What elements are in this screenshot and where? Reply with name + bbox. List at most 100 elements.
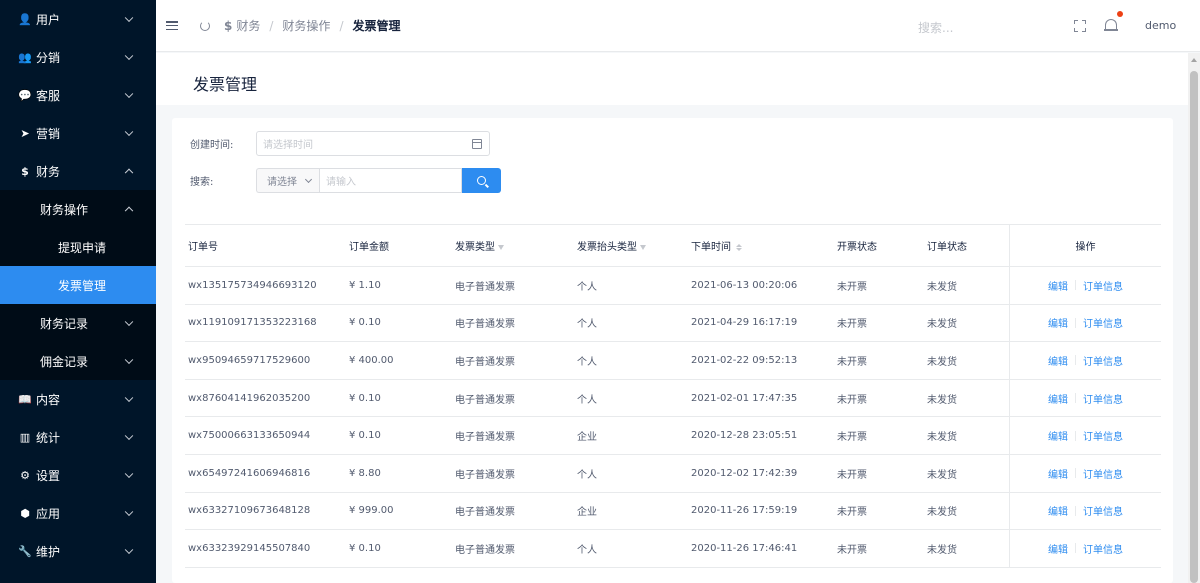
- action-divider: [1075, 505, 1076, 516]
- sidebar-item-label: 维护: [36, 544, 61, 559]
- order-info-link[interactable]: 订单信息: [1083, 541, 1123, 556]
- cell-title-type: 企业: [577, 507, 597, 519]
- order-info-link[interactable]: 订单信息: [1083, 278, 1123, 293]
- col-invoice-type: 发票类型: [452, 238, 574, 253]
- sidebar-item-label: 内容: [36, 392, 61, 407]
- sidebar-item-service[interactable]: 💬 客服: [0, 76, 156, 114]
- order-info-link[interactable]: 订单信息: [1083, 428, 1123, 443]
- order-info-link[interactable]: 订单信息: [1083, 315, 1123, 330]
- search-icon: [477, 176, 486, 185]
- sort-icon[interactable]: [736, 243, 742, 251]
- edit-link[interactable]: 编辑: [1048, 466, 1068, 481]
- sidebar-item-marketing[interactable]: ➤ 营销: [0, 114, 156, 152]
- cell-amount: ¥ 999.00: [349, 505, 394, 517]
- col-invoice-status: 开票状态: [837, 242, 877, 253]
- user-menu[interactable]: demo: [1145, 19, 1176, 32]
- cell-order-status: 未发货: [927, 469, 957, 481]
- order-info-link[interactable]: 订单信息: [1083, 391, 1123, 406]
- breadcrumb-item[interactable]: 财务操作: [282, 17, 330, 34]
- scroll-up-icon[interactable]: [1191, 58, 1197, 62]
- order-info-link[interactable]: 订单信息: [1083, 466, 1123, 481]
- sidebar-item-content[interactable]: 📖 内容: [0, 380, 156, 418]
- table-row: wx65497241606946816 ¥ 8.80 电子普通发票 个人 2020-12…: [185, 454, 1161, 493]
- top-header: $ 财务 / 财务操作 / 发票管理 搜索... demo: [156, 0, 1200, 52]
- sidebar-item-label: 财务: [36, 164, 61, 179]
- page-header: 发票管理: [156, 53, 1188, 105]
- cell-order-status: 未发货: [927, 319, 957, 331]
- cell-order-no: wx63323929145507840: [188, 542, 311, 554]
- sidebar-item-user[interactable]: 👤 用户: [0, 0, 156, 38]
- sidebar-item-withdraw[interactable]: 提现申请: [0, 228, 156, 266]
- select-placeholder: 请选择: [267, 177, 297, 188]
- filter-icon[interactable]: [640, 244, 646, 250]
- sidebar-item-stats[interactable]: ▥ 统计: [0, 418, 156, 456]
- order-info-link[interactable]: 订单信息: [1083, 353, 1123, 368]
- action-divider: [1075, 468, 1076, 479]
- edit-link[interactable]: 编辑: [1048, 541, 1068, 556]
- sidebar-item-finance[interactable]: $ 财务: [0, 152, 156, 190]
- cell-invoice-status: 未开票: [837, 432, 867, 444]
- search-button[interactable]: [462, 168, 501, 193]
- cell-order-no: wx135175734946693120: [188, 279, 317, 291]
- header-search-input[interactable]: 搜索...: [918, 19, 953, 36]
- sidebar-item-commission[interactable]: 佣金记录: [0, 342, 156, 380]
- cell-invoice-status: 未开票: [837, 394, 867, 406]
- refresh-icon[interactable]: [200, 20, 210, 31]
- edit-link[interactable]: 编辑: [1048, 391, 1068, 406]
- cell-invoice-type: 电子普通发票: [455, 356, 515, 368]
- filter-icon[interactable]: [498, 244, 504, 250]
- sidebar-item-finance-ops[interactable]: 财务操作: [0, 190, 156, 228]
- table-row: wx63323929145507840 ¥ 0.10 电子普通发票 个人 2020-11…: [185, 530, 1161, 568]
- search-label: 搜索:: [190, 177, 214, 188]
- col-order-time-label: 下单时间: [691, 242, 731, 253]
- cell-invoice-status: 未开票: [837, 319, 867, 331]
- cell-actions: 编辑 订单信息: [1009, 417, 1161, 454]
- action-divider: [1075, 280, 1076, 291]
- cell-invoice-type: 电子普通发票: [455, 469, 515, 481]
- chevron-down-icon: [124, 355, 134, 365]
- breadcrumb-item[interactable]: 财务: [236, 17, 260, 34]
- search-input[interactable]: 请输入: [319, 168, 462, 193]
- cell-order-time: 2020-11-26 17:46:41: [691, 542, 798, 554]
- edit-link[interactable]: 编辑: [1048, 278, 1068, 293]
- sidebar-item-distribution[interactable]: 👥 分销: [0, 38, 156, 76]
- sidebar-item-finance-records[interactable]: 财务记录: [0, 304, 156, 342]
- chevron-up-icon: [124, 168, 134, 178]
- cell-title-type: 个人: [577, 281, 597, 293]
- menu-toggle-icon[interactable]: [166, 21, 178, 30]
- sidebar-item-apps[interactable]: ⬢ 应用: [0, 494, 156, 532]
- cell-amount: ¥ 0.10: [349, 430, 381, 442]
- cell-order-status: 未发货: [927, 356, 957, 368]
- cell-amount: ¥ 1.10: [349, 279, 381, 291]
- cell-order-status: 未发货: [927, 544, 957, 556]
- cell-actions: 编辑 订单信息: [1009, 530, 1161, 567]
- breadcrumb-current: 发票管理: [352, 19, 401, 33]
- scroll-thumb[interactable]: [1190, 71, 1198, 583]
- sidebar-item-label: 财务记录: [40, 316, 89, 331]
- action-divider: [1075, 355, 1076, 366]
- order-info-link[interactable]: 订单信息: [1083, 503, 1123, 518]
- page-scrollbar[interactable]: [1188, 53, 1200, 583]
- sidebar-item-maintenance[interactable]: 🔧 维护: [0, 532, 156, 570]
- fullscreen-icon[interactable]: [1074, 20, 1086, 32]
- chevron-down-icon: [124, 89, 134, 99]
- search-field-select[interactable]: 请选择: [256, 168, 319, 193]
- chevron-down-icon: [124, 393, 134, 403]
- edit-link[interactable]: 编辑: [1048, 503, 1068, 518]
- cell-order-no: wx63327109673648128: [188, 505, 311, 517]
- cell-invoice-type: 电子普通发票: [455, 544, 515, 556]
- edit-link[interactable]: 编辑: [1048, 315, 1068, 330]
- cell-order-time: 2021-02-01 17:47:35: [691, 392, 798, 404]
- sidebar-item-invoice[interactable]: 发票管理: [0, 266, 156, 304]
- edit-link[interactable]: 编辑: [1048, 353, 1068, 368]
- bell-icon[interactable]: [1104, 11, 1123, 33]
- cell-order-time: 2021-04-29 16:17:19: [691, 317, 798, 329]
- created-time-picker[interactable]: 请选择时间: [256, 131, 490, 156]
- sidebar: 👤 用户 👥 分销 💬 客服 ➤ 营销 $ 财务 财务操作 提现申请 发票管理: [0, 0, 156, 583]
- sidebar-item-settings[interactable]: ⚙ 设置: [0, 456, 156, 494]
- edit-link[interactable]: 编辑: [1048, 428, 1068, 443]
- book-icon: 📖: [18, 392, 32, 406]
- finance-submenu: 财务操作 提现申请 发票管理 财务记录 佣金记录: [0, 190, 156, 380]
- cell-title-type: 企业: [577, 432, 597, 444]
- cell-title-type: 个人: [577, 319, 597, 331]
